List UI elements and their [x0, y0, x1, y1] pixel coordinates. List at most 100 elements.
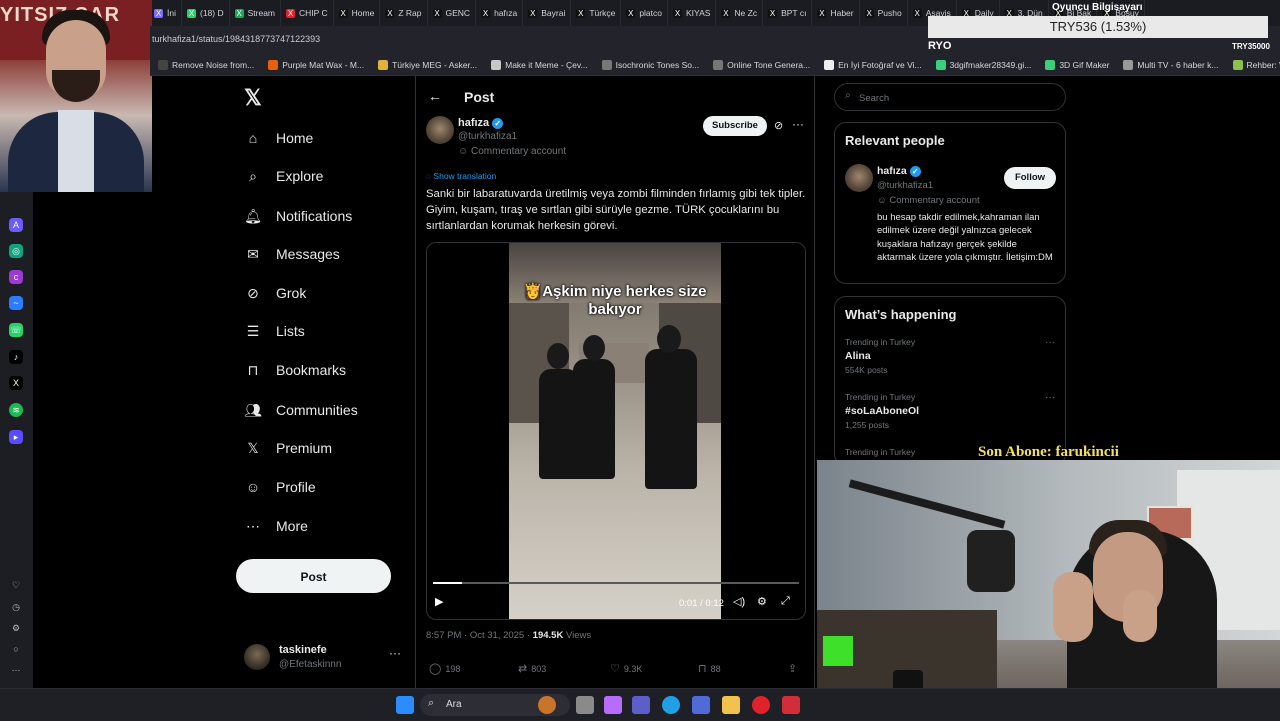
browser-tab[interactable]: X Bayrai: [523, 0, 572, 26]
video-frame[interactable]: 👸Aşkim niye herkes size bakıyor: [509, 243, 721, 619]
browser-tab[interactable]: X Ne Zc: [716, 0, 764, 26]
author-handle[interactable]: @turkhafiza1: [458, 131, 517, 142]
nav-item-profile[interactable]: ☺ Profile: [244, 472, 316, 502]
subscribe-button[interactable]: Subscribe: [703, 116, 767, 136]
tab-label[interactable]: Türkçe: [589, 8, 615, 18]
bookmark-label[interactable]: 3D Gif Maker: [1059, 60, 1109, 70]
tab-label[interactable]: Z Rap: [398, 8, 421, 18]
tab-label[interactable]: platco: [639, 8, 662, 18]
tab-label[interactable]: (18) D: [200, 8, 224, 18]
tab-label[interactable]: Home: [352, 8, 375, 18]
whatsapp-icon[interactable]: ☏: [9, 323, 23, 337]
browser-tab[interactable]: X KIYAS: [668, 0, 717, 26]
edge-icon[interactable]: [662, 696, 680, 714]
avatar[interactable]: [845, 164, 873, 192]
show-translation-text[interactable]: Show translation: [433, 171, 496, 181]
store-icon[interactable]: [692, 696, 710, 714]
repost-button[interactable]: ⇄ 803: [518, 662, 546, 675]
x-logo-icon[interactable]: 𝕏: [244, 87, 264, 109]
bookmark-label[interactable]: Purple Mat Wax - M...: [282, 60, 364, 70]
browser-tab[interactable]: X GENC: [428, 0, 477, 26]
bookmark-item[interactable]: 3D Gif Maker: [1045, 59, 1109, 70]
show-translation-link[interactable]: ◌ Show translation: [426, 171, 496, 181]
nav-item-explore[interactable]: ⌕ Explore: [244, 161, 323, 191]
tab-label[interactable]: Ne Zc: [734, 8, 757, 18]
grok-icon[interactable]: ⊘: [774, 119, 783, 132]
nav-item-communities[interactable]: 👥︎ Communities: [244, 395, 358, 425]
bookmark-item[interactable]: Rehber: Windows 1...: [1232, 59, 1280, 70]
share-button[interactable]: ⇪: [788, 662, 797, 675]
author-name-text[interactable]: hafıza: [458, 117, 489, 129]
person-name[interactable]: hafıza ✓: [877, 165, 921, 177]
more-icon[interactable]: ···: [792, 117, 804, 131]
browser-tab[interactable]: X Haber: [812, 0, 860, 26]
bookmark-item[interactable]: Türkiye MEG - Asker...: [378, 59, 477, 70]
nav-item-home[interactable]: ⌂ Home: [244, 123, 314, 153]
bookmark-label[interactable]: Türkiye MEG - Asker...: [392, 60, 477, 70]
follow-button[interactable]: Follow: [1004, 167, 1056, 189]
lightbulb-icon[interactable]: ○: [9, 642, 23, 656]
browser-tab[interactable]: X (18) D: [182, 0, 230, 26]
person-name-text[interactable]: hafıza: [877, 165, 907, 177]
account-switcher[interactable]: taskinefe @Efetaskinnn ···: [244, 644, 414, 684]
browser-tab[interactable]: X Türkçe: [571, 0, 622, 26]
tab-label[interactable]: Stream: [248, 8, 275, 18]
reply-button[interactable]: ◯ 198: [429, 662, 460, 675]
trend-name[interactable]: Alina: [845, 350, 1055, 362]
browser-tab[interactable]: X CHIP C: [281, 0, 334, 26]
bookmark-item[interactable]: Purple Mat Wax - M...: [268, 59, 364, 70]
post-timestamp[interactable]: 8:57 PM · Oct 31, 2025 ·: [426, 630, 530, 641]
tab-label[interactable]: hafıza: [494, 8, 517, 18]
app-icon[interactable]: [782, 696, 800, 714]
author-name[interactable]: hafıza ✓: [458, 117, 504, 129]
more-icon[interactable]: ⋯: [9, 663, 23, 677]
browser-tab[interactable]: XZ Rap: [380, 0, 428, 26]
browser-tab[interactable]: X Home: [334, 0, 381, 26]
tab-label[interactable]: BPT cı: [781, 8, 806, 18]
app-icon[interactable]: c: [9, 270, 23, 284]
tab-label[interactable]: İni: [167, 8, 176, 18]
tab-label[interactable]: CHIP C: [299, 8, 328, 18]
bookmark-label[interactable]: Rehber: Windows 1...: [1247, 60, 1280, 70]
browser-tab[interactable]: Xplatco: [621, 0, 668, 26]
video-progress-bar[interactable]: [433, 582, 799, 584]
volume-icon[interactable]: ◁): [733, 595, 745, 608]
trend-name[interactable]: #soLaAboneOl: [845, 405, 1055, 417]
tab-label[interactable]: Haber: [830, 8, 853, 18]
person-handle[interactable]: @turkhafiza1: [877, 180, 933, 191]
bookmark-item[interactable]: Online Tone Genera...: [713, 59, 810, 70]
browser-tab[interactable]: X Stream: [230, 0, 282, 26]
more-icon[interactable]: ···: [1045, 337, 1055, 348]
bookmark-label[interactable]: Isochronic Tones So...: [616, 60, 699, 70]
app-icon[interactable]: ▸: [9, 430, 23, 444]
bookmark-label[interactable]: Remove Noise from...: [172, 60, 254, 70]
more-icon[interactable]: ···: [1045, 392, 1055, 403]
bookmark-button[interactable]: ⊓ 88: [698, 662, 721, 675]
nav-item-grok[interactable]: ⊘ Grok: [244, 278, 306, 308]
messenger-icon[interactable]: ~: [9, 296, 23, 310]
bookmark-label[interactable]: En İyi Fotoğraf ve Vi...: [838, 60, 921, 70]
nav-item-more[interactable]: ⋯ More: [244, 511, 308, 541]
opera-gx-icon[interactable]: [752, 696, 770, 714]
settings-icon[interactable]: ⚙: [757, 595, 767, 608]
chatgpt-icon[interactable]: ◎: [9, 244, 23, 258]
browser-tab[interactable]: X BPT cı: [763, 0, 813, 26]
bookmark-item[interactable]: Multi TV - 6 haber k...: [1123, 59, 1219, 70]
history-icon[interactable]: ◷: [9, 600, 23, 614]
copilot-icon[interactable]: [604, 696, 622, 714]
bookmark-label[interactable]: Online Tone Genera...: [727, 60, 810, 70]
bookmark-label[interactable]: Multi TV - 6 haber k...: [1137, 60, 1218, 70]
bookmark-label[interactable]: Make it Meme - Çev...: [505, 60, 588, 70]
play-icon[interactable]: ▶: [435, 595, 443, 608]
teams-icon[interactable]: [632, 696, 650, 714]
url-text[interactable]: turkhafiza1/status/1984318773747122393: [152, 34, 320, 44]
post-button[interactable]: Post: [236, 559, 391, 593]
task-view-icon[interactable]: [576, 696, 594, 714]
app-icon[interactable]: A: [9, 218, 23, 232]
bookmark-label[interactable]: 3dgifmaker28349.gi...: [950, 60, 1032, 70]
bookmark-item[interactable]: 3dgifmaker28349.gi...: [935, 59, 1032, 70]
spotify-icon[interactable]: ≋: [9, 403, 23, 417]
bookmark-item[interactable]: Remove Noise from...: [158, 59, 254, 70]
fullscreen-icon[interactable]: ⤢: [781, 595, 790, 608]
trend-item[interactable]: Trending in Turkey Alina 554K posts ···: [845, 337, 1055, 375]
